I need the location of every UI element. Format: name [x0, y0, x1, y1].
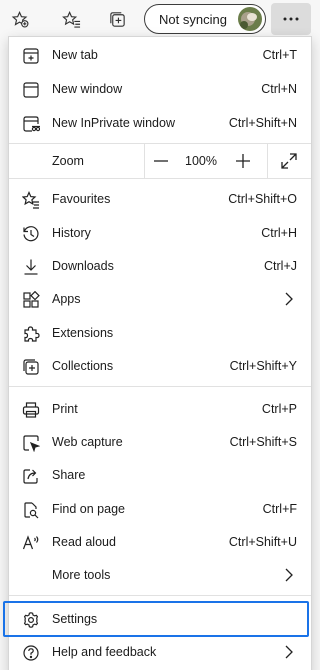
new-tab-icon — [21, 46, 41, 66]
menu-divider — [9, 595, 311, 596]
download-icon — [21, 257, 41, 277]
new-window-icon — [21, 80, 41, 100]
menu-item-new-window[interactable]: New window Ctrl+N — [9, 73, 311, 106]
menu-label: Find on page — [52, 502, 125, 516]
menu-label: Share — [52, 468, 86, 482]
menu-item-new-tab[interactable]: New tab Ctrl+T — [9, 39, 311, 72]
zoom-in-icon[interactable] — [233, 151, 253, 171]
menu-label: Help and feedback — [52, 645, 157, 659]
collections-button[interactable] — [102, 4, 132, 34]
zoom-label: Zoom — [52, 154, 84, 168]
find-icon — [21, 500, 41, 520]
zoom-control: Zoom 100% — [9, 144, 311, 178]
menu-item-read-aloud[interactable]: Read aloud Ctrl+Shift+U — [9, 526, 311, 559]
menu-shortcut: Ctrl+N — [261, 82, 297, 96]
menu-divider — [9, 178, 311, 179]
sync-status-label: Not syncing — [159, 11, 227, 27]
menu-shortcut: Ctrl+H — [261, 226, 297, 240]
help-icon — [21, 643, 41, 663]
menu-item-share[interactable]: Share — [9, 459, 311, 492]
menu-item-favourites[interactable]: Favourites Ctrl+Shift+O — [9, 183, 311, 216]
menu-shortcut: Ctrl+Shift+Y — [229, 359, 297, 373]
menu-item-new-inprivate-window[interactable]: New InPrivate window Ctrl+Shift+N — [9, 107, 311, 140]
menu-shortcut: Ctrl+F — [262, 502, 297, 516]
menu-shortcut: Ctrl+P — [261, 402, 297, 416]
collections-icon — [21, 357, 41, 377]
profile-sync-button[interactable]: Not syncing — [144, 4, 266, 34]
star-add-icon — [11, 10, 28, 27]
chevron-right-icon — [285, 645, 293, 659]
fullscreen-icon[interactable] — [279, 151, 299, 171]
zoom-divider — [267, 144, 268, 178]
web-capture-icon — [21, 433, 41, 453]
menu-label: Print — [52, 402, 78, 416]
menu-item-downloads[interactable]: Downloads Ctrl+J — [9, 250, 311, 283]
avatar — [238, 7, 262, 31]
favourites-button[interactable] — [56, 4, 86, 34]
apps-icon — [21, 290, 41, 310]
favourites-list-icon — [61, 10, 80, 28]
menu-label: Web capture — [52, 435, 123, 449]
zoom-divider — [144, 144, 145, 178]
menu-label: More tools — [52, 568, 111, 582]
menu-label: Apps — [52, 292, 81, 306]
menu-label: New InPrivate window — [52, 116, 175, 130]
menu-label: Collections — [52, 359, 114, 373]
add-favourite-button[interactable] — [5, 4, 35, 34]
zoom-out-icon[interactable] — [151, 151, 171, 171]
inprivate-window-icon — [21, 114, 41, 134]
menu-label: Favourites — [52, 192, 111, 206]
menu-shortcut: Ctrl+Shift+U — [228, 535, 297, 549]
menu-shortcut: Ctrl+J — [264, 259, 297, 273]
browser-toolbar: Not syncing — [0, 0, 320, 38]
chevron-right-icon — [285, 568, 293, 582]
favourites-icon — [21, 190, 41, 210]
more-dots-icon — [283, 17, 299, 21]
menu-label: New window — [52, 82, 123, 96]
menu-item-history[interactable]: History Ctrl+H — [9, 217, 311, 250]
chevron-right-icon — [285, 292, 293, 306]
read-aloud-icon — [21, 533, 41, 553]
zoom-value: 100% — [185, 154, 217, 168]
menu-shortcut: Ctrl+Shift+S — [229, 435, 297, 449]
menu-item-print[interactable]: Print Ctrl+P — [9, 393, 311, 426]
settings-and-more-button[interactable] — [271, 3, 311, 35]
printer-icon — [21, 400, 41, 420]
settings-focus-outline — [3, 601, 309, 637]
share-icon — [21, 466, 41, 486]
menu-label: Downloads — [52, 259, 114, 273]
menu-item-extensions[interactable]: Extensions — [9, 317, 311, 350]
settings-menu: New tab Ctrl+T New window Ctrl+N New InP… — [8, 36, 312, 670]
menu-item-apps[interactable]: Apps — [9, 283, 311, 316]
menu-label: History — [52, 226, 91, 240]
collections-icon — [109, 11, 125, 27]
menu-divider — [9, 386, 311, 387]
menu-item-more-tools[interactable]: More tools — [9, 559, 311, 592]
menu-shortcut: Ctrl+Shift+O — [228, 192, 297, 206]
menu-shortcut: Ctrl+T — [262, 48, 297, 62]
menu-label: Extensions — [52, 326, 114, 340]
history-icon — [21, 224, 41, 244]
puzzle-icon — [21, 324, 41, 344]
menu-shortcut: Ctrl+Shift+N — [228, 116, 297, 130]
menu-label: Read aloud — [52, 535, 116, 549]
menu-item-collections[interactable]: Collections Ctrl+Shift+Y — [9, 350, 311, 383]
menu-label: New tab — [52, 48, 98, 62]
menu-item-help-and-feedback[interactable]: Help and feedback — [9, 636, 311, 669]
menu-item-web-capture[interactable]: Web capture Ctrl+Shift+S — [9, 426, 311, 459]
menu-item-find-on-page[interactable]: Find on page Ctrl+F — [9, 493, 311, 526]
